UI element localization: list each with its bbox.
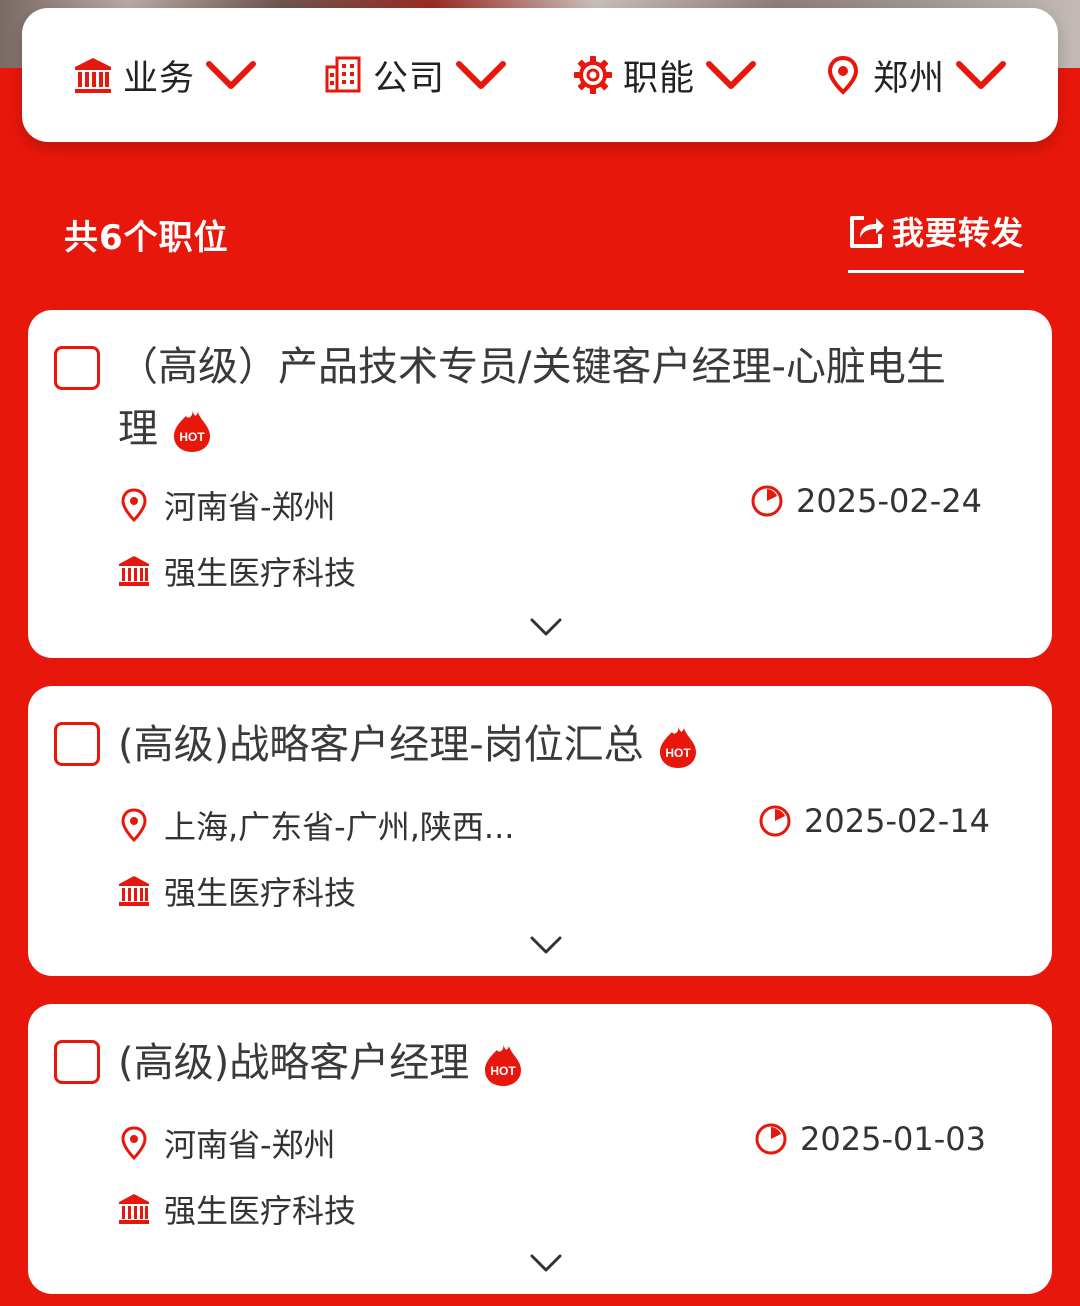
filter-company[interactable]: 公司 xyxy=(323,50,507,101)
job-title[interactable]: (高级)战略客户经理-岗位汇总 HOT xyxy=(118,714,958,776)
job-company-row: 强生医疗科技 xyxy=(118,1186,356,1232)
job-select-checkbox[interactable] xyxy=(54,722,100,766)
job-company-row: 强生医疗科技 xyxy=(118,548,356,594)
job-title-text: (高级)战略客户经理-岗位汇总 xyxy=(118,722,644,768)
filter-function[interactable]: 职能 xyxy=(573,50,757,101)
job-count: 共6个职位 xyxy=(64,218,229,258)
hot-label: HOT xyxy=(491,1064,517,1078)
job-title-text: （高级）产品技术专员/关键客户经理-心脏电生理 xyxy=(118,344,946,452)
filter-business[interactable]: 业务 xyxy=(73,50,257,101)
chevron-down-icon xyxy=(955,58,1007,92)
job-date-row: 2025-01-03 xyxy=(754,1120,986,1158)
filter-location[interactable]: 郑州 xyxy=(823,50,1007,101)
share-label: 我要转发 xyxy=(892,214,1025,252)
hot-flame-icon: HOT xyxy=(658,724,698,770)
bank-icon xyxy=(118,874,150,908)
expand-chevron-icon[interactable] xyxy=(528,1252,564,1274)
job-card[interactable]: (高级)战略客户经理-岗位汇总 HOT 上海,广东省-广州,陕西... 2025-… xyxy=(28,686,1052,976)
chevron-down-icon xyxy=(205,58,257,92)
filter-company-label: 公司 xyxy=(372,58,445,99)
clock-icon xyxy=(758,804,792,838)
clock-icon xyxy=(754,1122,788,1156)
bank-icon xyxy=(73,55,113,95)
job-select-checkbox[interactable] xyxy=(54,346,100,390)
job-select-checkbox[interactable] xyxy=(54,1040,100,1084)
location-pin-icon xyxy=(823,55,863,95)
job-title[interactable]: （高级）产品技术专员/关键客户经理-心脏电生理 HOT xyxy=(118,336,958,460)
expand-chevron-icon[interactable] xyxy=(528,616,564,638)
job-location: 河南省-郑州 xyxy=(164,1126,336,1164)
location-pin-icon xyxy=(118,488,150,522)
job-card[interactable]: (高级)战略客户经理 HOT 河南省-郑州 2025-01-03 强生医疗科技 xyxy=(28,1004,1052,1294)
bank-icon xyxy=(118,1192,150,1226)
job-date: 2025-02-24 xyxy=(796,482,982,520)
hot-flame-icon: HOT xyxy=(172,408,212,454)
location-pin-icon xyxy=(118,1126,150,1160)
expand-chevron-icon[interactable] xyxy=(528,934,564,956)
filter-business-label: 业务 xyxy=(122,58,195,99)
job-company: 强生医疗科技 xyxy=(164,874,357,912)
summary-row: 共6个职位 我要转发 xyxy=(0,200,1080,280)
job-date: 2025-02-14 xyxy=(804,802,990,840)
share-icon xyxy=(848,212,886,250)
job-date-row: 2025-02-14 xyxy=(758,802,990,840)
bank-icon xyxy=(118,554,150,588)
location-pin-icon xyxy=(118,808,150,842)
job-location-row: 河南省-郑州 xyxy=(118,1120,336,1166)
job-location-row: 上海,广东省-广州,陕西... xyxy=(118,802,514,848)
job-date-row: 2025-02-24 xyxy=(750,482,982,520)
chevron-down-icon xyxy=(455,58,507,92)
building-icon xyxy=(323,55,363,95)
filter-location-label: 郑州 xyxy=(872,58,945,99)
job-location: 上海,广东省-广州,陕西... xyxy=(164,808,515,846)
hot-label: HOT xyxy=(665,746,691,760)
job-date: 2025-01-03 xyxy=(800,1120,986,1158)
job-title[interactable]: (高级)战略客户经理 HOT xyxy=(118,1032,958,1094)
job-title-text: (高级)战略客户经理 xyxy=(118,1040,470,1086)
gear-icon xyxy=(573,55,613,95)
job-location: 河南省-郑州 xyxy=(164,488,336,526)
job-company: 强生医疗科技 xyxy=(164,554,357,592)
share-underline xyxy=(848,270,1024,273)
share-button[interactable]: 我要转发 xyxy=(848,208,1024,274)
job-card[interactable]: （高级）产品技术专员/关键客户经理-心脏电生理 HOT 河南省-郑州 2025-0… xyxy=(28,310,1052,658)
job-location-row: 河南省-郑州 xyxy=(118,482,336,528)
hot-flame-icon: HOT xyxy=(483,1042,523,1088)
clock-icon xyxy=(750,484,784,518)
hot-label: HOT xyxy=(179,430,205,444)
filter-function-label: 职能 xyxy=(622,58,695,99)
chevron-down-icon xyxy=(705,58,757,92)
job-company-row: 强生医疗科技 xyxy=(118,868,356,914)
job-company: 强生医疗科技 xyxy=(164,1192,357,1230)
filter-bar: 业务 公司 职能 郑州 xyxy=(22,8,1058,142)
